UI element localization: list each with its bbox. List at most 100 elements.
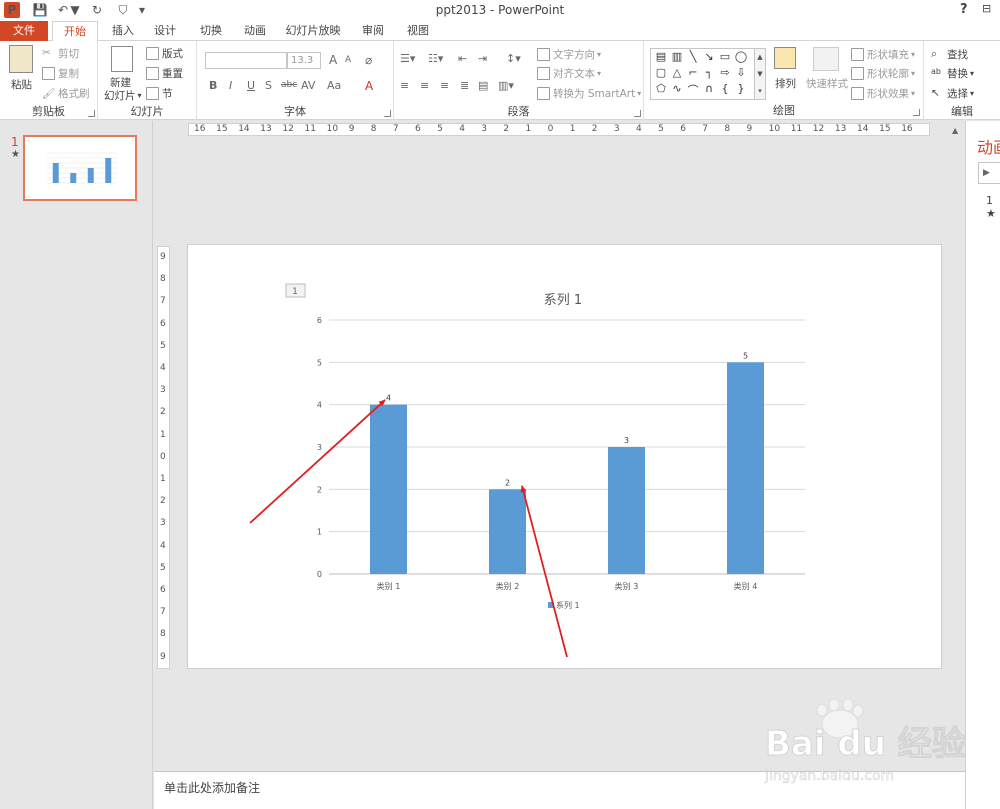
character-spacing-button[interactable]: AV <box>301 79 315 92</box>
chart[interactable]: 1 系列 1 0 1 2 3 4 5 6 4 2 3 5 类别 1 类别 2 类别 3 类别 4 系列 … <box>188 245 943 670</box>
shape-rectangle-icon[interactable]: ▭ <box>718 50 732 63</box>
paste-button[interactable]: 粘贴 <box>11 77 32 92</box>
align-center-icon[interactable]: ≡ <box>420 79 429 92</box>
chart-title[interactable]: 系列 1 <box>544 293 582 308</box>
font-name-combo[interactable] <box>205 52 287 69</box>
line-spacing-icon[interactable]: ↕▾ <box>506 52 521 65</box>
align-text-button[interactable]: 对齐文本 ▾ <box>537 66 601 81</box>
decrease-indent-icon[interactable]: ⇤ <box>458 52 467 65</box>
find-button[interactable]: ⌕ 查找 <box>931 47 968 62</box>
shape-right-brace-icon[interactable]: } <box>734 82 748 95</box>
reset-button[interactable]: 重置 <box>146 66 183 81</box>
new-slide-icon[interactable] <box>111 46 133 72</box>
grow-font-button[interactable]: A <box>329 53 337 67</box>
shape-oval-icon[interactable]: ◯ <box>734 50 748 63</box>
play-button[interactable]: ▶ <box>978 162 1000 184</box>
tab-review[interactable]: 审阅 <box>356 21 390 41</box>
shape-left-brace-icon[interactable]: { <box>718 82 732 95</box>
bar[interactable] <box>370 404 407 574</box>
align-right-icon[interactable]: ≡ <box>440 79 449 92</box>
bar[interactable] <box>608 447 645 574</box>
align-left-icon[interactable]: ≡ <box>400 79 409 92</box>
layout-button[interactable]: 版式 <box>146 46 183 61</box>
bold-button[interactable]: B <box>209 79 217 92</box>
font-group-label: 字体 <box>284 105 306 118</box>
shape-freeform-icon[interactable]: ∿ <box>670 82 684 95</box>
slide-thumbnail[interactable] <box>23 135 137 201</box>
animation-item[interactable]: 1 ★ <box>986 194 1000 220</box>
tab-animations[interactable]: 动画 <box>238 21 272 41</box>
tab-design[interactable]: 设计 <box>148 21 182 41</box>
help-button[interactable]: ? <box>960 2 968 17</box>
shape-outline-dropdown-icon: ▾ <box>911 69 916 78</box>
tab-home[interactable]: 开始 <box>52 21 98 42</box>
ruler-number: 0 <box>547 124 554 134</box>
bar[interactable] <box>727 362 764 574</box>
ruler-number: 1 <box>569 124 576 134</box>
copy-button[interactable]: 复制 <box>42 66 79 81</box>
arrange-button[interactable]: 排列 <box>775 76 796 91</box>
section-button[interactable]: 节 <box>146 86 173 101</box>
shape-line-icon[interactable]: ╲ <box>686 50 700 63</box>
ruler-number: 9 <box>746 124 753 134</box>
shape-elbow-icon[interactable]: ┐ <box>702 66 716 79</box>
numbering-icon[interactable]: ☷▾ <box>428 52 443 65</box>
shape-down-arrow-icon[interactable]: ⇩ <box>734 66 748 79</box>
tab-view[interactable]: 视图 <box>401 21 435 41</box>
tab-insert[interactable]: 插入 <box>106 21 140 41</box>
columns-icon[interactable]: ▥▾ <box>498 79 514 92</box>
scroll-up-icon[interactable]: ▲ <box>952 126 958 135</box>
gallery-scroll-icon[interactable]: ▲ ▼ ▾ <box>754 48 766 100</box>
font-color-button[interactable]: A <box>365 79 373 93</box>
tab-transitions[interactable]: 切换 <box>194 21 228 41</box>
bullets-icon[interactable]: ☰▾ <box>400 52 415 65</box>
shape-outline-button[interactable]: 形状轮廓 ▾ <box>851 66 915 81</box>
convert-smartart-button[interactable]: 转换为 SmartArt ▾ <box>537 86 641 101</box>
text-direction-button[interactable]: 文字方向 ▾ <box>537 47 601 62</box>
format-painter-button[interactable]: 🖌 格式刷 <box>42 86 90 101</box>
font-launcher-icon[interactable] <box>384 110 391 117</box>
cut-button[interactable]: ✂ 剪切 <box>42 46 79 61</box>
shape-textbox-icon[interactable]: ▤ <box>654 50 668 63</box>
arrange-icon[interactable] <box>774 47 796 69</box>
tab-file[interactable]: 文件 <box>0 21 48 41</box>
strikethrough-button[interactable]: abc <box>281 80 297 90</box>
shape-triangle-icon[interactable]: △ <box>670 66 684 79</box>
shadow-s-button[interactable]: S <box>265 79 272 92</box>
shape-fill-button[interactable]: 形状填充 ▾ <box>851 47 915 62</box>
shape-effects-button[interactable]: 形状效果 ▾ <box>851 86 915 101</box>
shape-connector-icon[interactable]: ⌐ <box>686 66 700 79</box>
paste-icon[interactable] <box>9 45 33 73</box>
ruler-number: 4 <box>160 363 166 373</box>
new-slide-button[interactable]: 幻灯片 ▾ <box>104 88 142 103</box>
quick-styles-button[interactable]: 快速样式 <box>806 76 848 91</box>
shape-pentagon-icon[interactable]: ⬠ <box>654 82 668 95</box>
tab-slideshow[interactable]: 幻灯片放映 <box>283 21 343 41</box>
change-case-button[interactable]: Aa <box>327 79 341 92</box>
increase-indent-icon[interactable]: ⇥ <box>478 52 487 65</box>
bar[interactable] <box>489 489 526 574</box>
replace-button[interactable]: ab 替换 ▾ <box>931 66 974 81</box>
quick-styles-icon[interactable] <box>813 47 839 71</box>
shape-curve-icon[interactable]: ∩ <box>702 82 716 95</box>
slide-canvas[interactable]: 1 系列 1 0 1 2 3 4 5 6 4 2 3 5 类别 1 类别 2 类别 3 类别 4 系列 … <box>187 244 942 669</box>
shrink-font-button[interactable]: A <box>345 55 351 65</box>
placeholder-tag[interactable]: 1 <box>285 283 306 298</box>
shape-arrow-line-icon[interactable]: ↘ <box>702 50 716 63</box>
font-size-combo[interactable]: 13.3 <box>287 52 321 69</box>
shape-arc-icon[interactable]: ⌒ <box>686 82 700 98</box>
clear-format-icon[interactable]: ⌀ <box>365 53 372 67</box>
distribute-icon[interactable]: ▤ <box>478 79 488 92</box>
ribbon-display-icon[interactable]: ⊟ <box>982 2 991 15</box>
shape-vtextbox-icon[interactable]: ▥ <box>670 50 684 63</box>
shape-rounded-rect-icon[interactable]: ▢ <box>654 66 668 79</box>
italic-button[interactable]: I <box>229 79 232 92</box>
justify-icon[interactable]: ≣ <box>460 79 469 92</box>
clipboard-launcher-icon[interactable] <box>88 110 95 117</box>
paragraph-launcher-icon[interactable] <box>634 110 641 117</box>
shape-right-arrow-icon[interactable]: ⇨ <box>718 66 732 79</box>
drawing-launcher-icon[interactable] <box>913 109 920 116</box>
select-button[interactable]: ↖ 选择 ▾ <box>931 86 974 101</box>
underline-button[interactable]: U <box>247 79 255 92</box>
shapes-gallery[interactable]: ▤ ▥ ╲ ↘ ▭ ◯ ▢ △ ⌐ ┐ ⇨ ⇩ ⬠ ∿ ⌒ ∩ { } <box>650 48 760 100</box>
